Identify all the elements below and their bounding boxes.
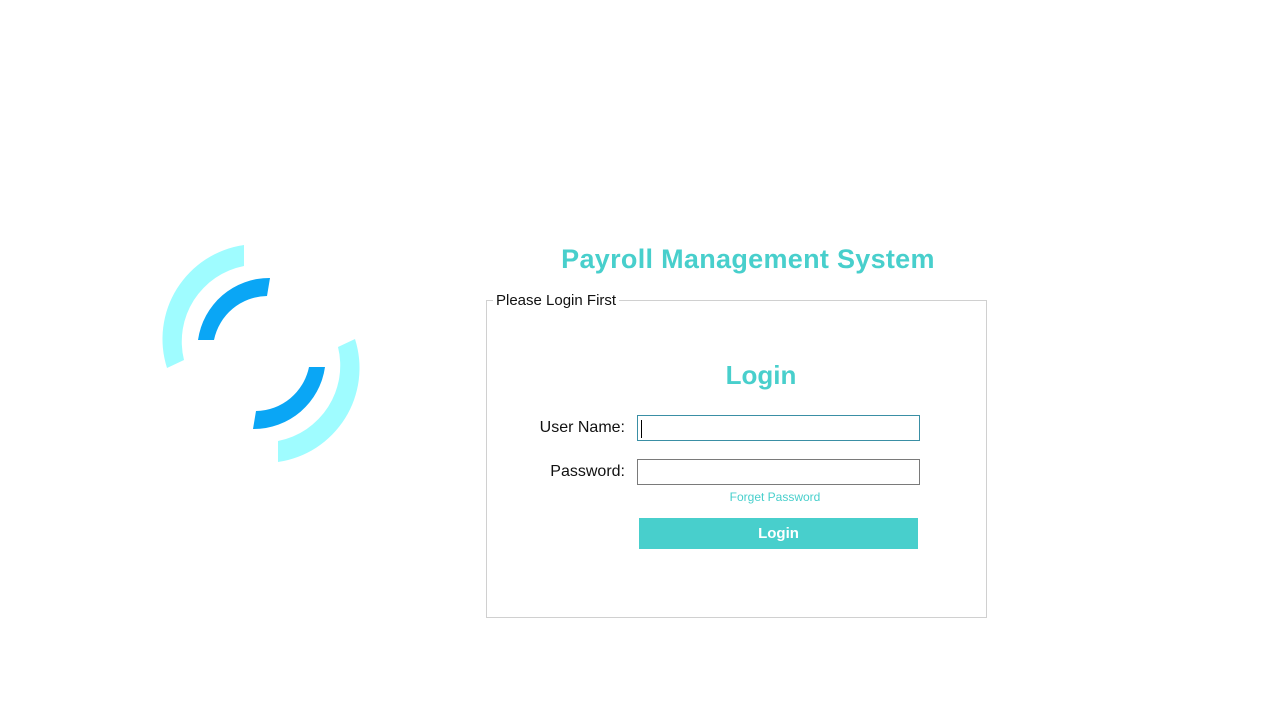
username-input[interactable] <box>637 415 920 441</box>
forget-password-link[interactable]: Forget Password <box>637 490 913 504</box>
login-button[interactable]: Login <box>639 518 918 549</box>
app-title: Payroll Management System <box>561 244 935 274</box>
password-label: Password: <box>550 463 625 480</box>
group-legend: Please Login First <box>493 292 620 309</box>
logo-inner-arc-bottom <box>253 367 325 430</box>
login-group-box: Please Login First Login User Name: Pass… <box>486 292 987 618</box>
username-label: User Name: <box>539 419 625 436</box>
logo-inner-arc-top <box>198 277 270 340</box>
login-page: Payroll Management System Please Login F… <box>0 0 1268 720</box>
signal-waves-logo <box>162 245 360 462</box>
text-caret <box>641 420 642 438</box>
password-input[interactable] <box>637 459 920 485</box>
login-heading: Login <box>725 360 797 390</box>
